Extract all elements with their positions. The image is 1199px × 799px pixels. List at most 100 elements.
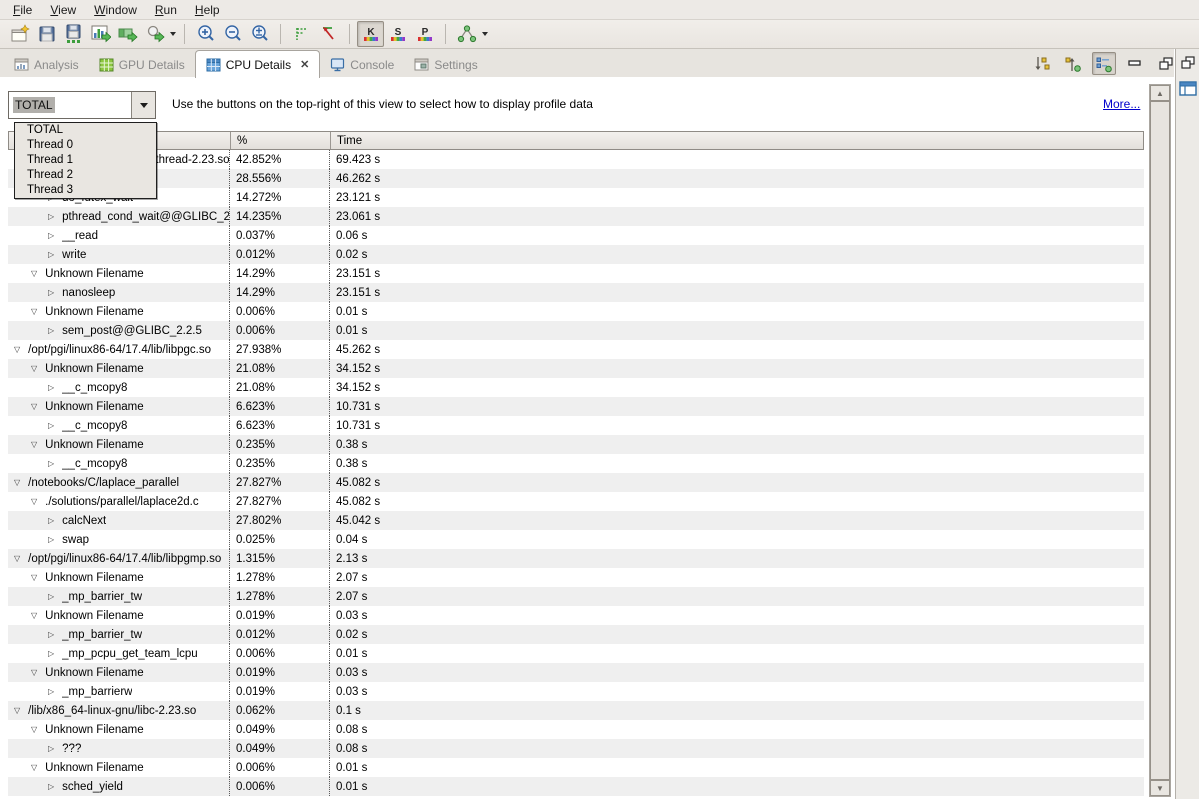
table-row[interactable]: ▽/notebooks/C/laplace_parallel27.827%45.…: [8, 473, 1144, 492]
combobox-arrow-icon[interactable]: [131, 92, 155, 118]
call-tree-icon[interactable]: [453, 21, 480, 47]
tab-settings[interactable]: Settings: [404, 52, 487, 77]
marker-goto-icon[interactable]: [315, 21, 342, 47]
column-header-time[interactable]: Time: [331, 132, 1143, 149]
tab-gpu-details[interactable]: GPU Details: [89, 52, 195, 77]
expander-collapsed-icon[interactable]: ▷: [48, 744, 54, 753]
table-row[interactable]: ▷_mp_barrier_tw0.012%0.02 s: [8, 625, 1144, 644]
dropdown-option[interactable]: Thread 3: [15, 183, 156, 198]
stream-coloring-icon[interactable]: S: [384, 21, 411, 47]
expander-expanded-icon[interactable]: ▽: [31, 668, 37, 677]
table-row[interactable]: ▽/lib/x86_64-linux-gnu/libc-2.23.so0.062…: [8, 701, 1144, 720]
expander-collapsed-icon[interactable]: ▷: [48, 630, 54, 639]
profile-scope-combobox[interactable]: TOTAL: [8, 91, 156, 119]
expander-expanded-icon[interactable]: ▽: [31, 763, 37, 772]
expander-expanded-icon[interactable]: ▽: [14, 706, 20, 715]
restore-view-icon[interactable]: [1178, 53, 1198, 73]
expander-collapsed-icon[interactable]: ▷: [48, 231, 54, 240]
table-row[interactable]: ▽Unknown Filename6.623%10.731 s: [8, 397, 1144, 416]
table-row[interactable]: ▷nanosleep14.29%23.151 s: [8, 283, 1144, 302]
table-row[interactable]: ▽Unknown Filename1.278%2.07 s: [8, 568, 1144, 587]
expander-collapsed-icon[interactable]: ▷: [48, 212, 54, 221]
tab-close-icon[interactable]: ✕: [300, 58, 309, 71]
expander-expanded-icon[interactable]: ▽: [31, 269, 37, 278]
table-row[interactable]: ▽Unknown Filename0.006%0.01 s: [8, 302, 1144, 321]
zoom-out-icon[interactable]: [219, 21, 246, 47]
table-row[interactable]: ▽/lib/x86_64-linux-gnu/libpthread-2.23.s…: [8, 150, 1144, 169]
expander-collapsed-icon[interactable]: ▷: [48, 649, 54, 658]
expander-expanded-icon[interactable]: ▽: [31, 307, 37, 316]
combobox-value[interactable]: TOTAL: [9, 92, 131, 118]
marker-filter-icon[interactable]: [288, 21, 315, 47]
cpu-details-minimized-icon[interactable]: [1178, 79, 1198, 99]
table-row[interactable]: ▽Unknown Filename14.29%23.151 s: [8, 264, 1144, 283]
sort-call-tree-icon[interactable]: [1030, 52, 1054, 75]
expander-collapsed-icon[interactable]: ▷: [48, 516, 54, 525]
expander-expanded-icon[interactable]: ▽: [31, 440, 37, 449]
table-row[interactable]: ▽Unknown Filename28.556%46.262 s: [8, 169, 1144, 188]
process-coloring-icon[interactable]: P: [411, 21, 438, 47]
expander-collapsed-icon[interactable]: ▷: [48, 421, 54, 430]
dropdown-option[interactable]: Thread 1: [15, 153, 156, 168]
expander-expanded-icon[interactable]: ▽: [31, 364, 37, 373]
table-row[interactable]: ▷_mp_barrierw0.019%0.03 s: [8, 682, 1144, 701]
column-header-percent[interactable]: %: [231, 132, 331, 149]
menu-help[interactable]: Help: [186, 1, 229, 19]
profile-application-icon[interactable]: [141, 21, 168, 47]
scrollbar-thumb[interactable]: [1150, 101, 1170, 780]
expander-collapsed-icon[interactable]: ▷: [48, 592, 54, 601]
table-row[interactable]: ▷__c_mcopy821.08%34.152 s: [8, 378, 1144, 397]
table-row[interactable]: ▷do_futex_wait14.272%23.121 s: [8, 188, 1144, 207]
expander-collapsed-icon[interactable]: ▷: [48, 250, 54, 259]
sort-callers-icon[interactable]: [1061, 52, 1085, 75]
table-row[interactable]: ▷__read0.037%0.06 s: [8, 226, 1144, 245]
table-row[interactable]: ▷???0.049%0.08 s: [8, 739, 1144, 758]
expander-expanded-icon[interactable]: ▽: [14, 554, 20, 563]
table-row[interactable]: ▽Unknown Filename21.08%34.152 s: [8, 359, 1144, 378]
table-row[interactable]: ▷pthread_cond_wait@@GLIBC_2.3.214.235%23…: [8, 207, 1144, 226]
table-row[interactable]: ▷swap0.025%0.04 s: [8, 530, 1144, 549]
table-row[interactable]: ▽Unknown Filename0.019%0.03 s: [8, 663, 1144, 682]
expander-collapsed-icon[interactable]: ▷: [48, 687, 54, 696]
table-row[interactable]: ▷__c_mcopy80.235%0.38 s: [8, 454, 1144, 473]
expander-collapsed-icon[interactable]: ▷: [48, 288, 54, 297]
vertical-scrollbar[interactable]: ▲ ▼: [1149, 84, 1171, 797]
scroll-up-icon[interactable]: ▲: [1150, 85, 1170, 101]
menu-view[interactable]: View: [41, 1, 85, 19]
dropdown-option[interactable]: TOTAL: [15, 123, 156, 138]
new-session-icon[interactable]: [6, 21, 33, 47]
tab-cpu-details[interactable]: CPU Details ✕: [195, 50, 321, 78]
tab-console[interactable]: Console: [320, 52, 404, 77]
zoom-fit-icon[interactable]: [246, 21, 273, 47]
table-row[interactable]: ▽/opt/pgi/linux86-64/17.4/lib/libpgc.so2…: [8, 340, 1144, 359]
table-row[interactable]: ▽./solutions/parallel/laplace2d.c27.827%…: [8, 492, 1144, 511]
call-tree-dropdown-caret-icon[interactable]: [480, 22, 489, 46]
save-icon[interactable]: [33, 21, 60, 47]
dropdown-option[interactable]: Thread 0: [15, 138, 156, 153]
expander-expanded-icon[interactable]: ▽: [31, 611, 37, 620]
table-row[interactable]: ▽Unknown Filename0.019%0.03 s: [8, 606, 1144, 625]
expander-expanded-icon[interactable]: ▽: [31, 725, 37, 734]
more-link[interactable]: More...: [1103, 97, 1140, 111]
table-row[interactable]: ▷calcNext27.802%45.042 s: [8, 511, 1144, 530]
table-row[interactable]: ▷_mp_barrier_tw1.278%2.07 s: [8, 587, 1144, 606]
profile-dropdown-caret-icon[interactable]: [168, 22, 177, 46]
kernel-coloring-icon[interactable]: K: [357, 21, 384, 47]
table-row[interactable]: ▽/opt/pgi/linux86-64/17.4/lib/libpgmp.so…: [8, 549, 1144, 568]
run-analysis-icon[interactable]: [114, 21, 141, 47]
generate-timeline-icon[interactable]: [87, 21, 114, 47]
table-row[interactable]: ▷write0.012%0.02 s: [8, 245, 1144, 264]
table-row[interactable]: ▽Unknown Filename0.235%0.38 s: [8, 435, 1144, 454]
expander-expanded-icon[interactable]: ▽: [14, 478, 20, 487]
expander-expanded-icon[interactable]: ▽: [31, 497, 37, 506]
scroll-down-icon[interactable]: ▼: [1150, 780, 1170, 796]
dropdown-option[interactable]: Thread 2: [15, 168, 156, 183]
zoom-in-icon[interactable]: [192, 21, 219, 47]
menu-run[interactable]: Run: [146, 1, 186, 19]
table-row[interactable]: ▷sem_post@@GLIBC_2.2.50.006%0.01 s: [8, 321, 1144, 340]
table-row[interactable]: ▷sched_yield0.006%0.01 s: [8, 777, 1144, 796]
save-all-icon[interactable]: [60, 21, 87, 47]
flat-view-icon[interactable]: [1092, 52, 1116, 75]
expander-collapsed-icon[interactable]: ▷: [48, 535, 54, 544]
expander-collapsed-icon[interactable]: ▷: [48, 326, 54, 335]
